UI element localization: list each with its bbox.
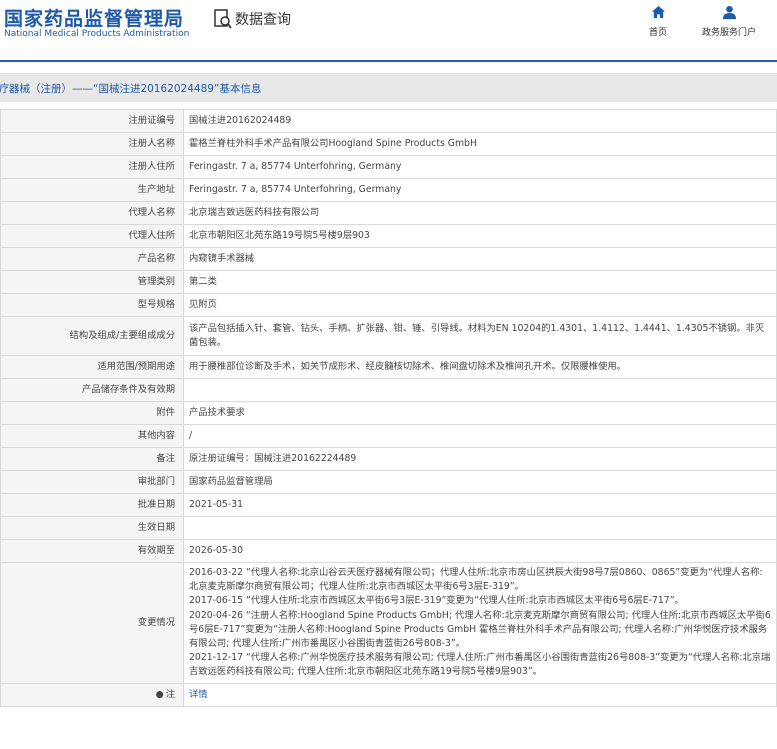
row-value: 北京市朝阳区北苑东路19号院5号楼9层903: [183, 224, 777, 248]
nav-home[interactable]: 首页: [649, 5, 667, 38]
table-row: 生效日期: [0, 516, 777, 540]
table-row: 产品名称 内窥镜手术器械: [0, 247, 777, 271]
row-value: 2026-05-30: [183, 539, 777, 563]
row-label: 生效日期: [0, 516, 184, 540]
row-label: 产品名称: [0, 247, 184, 271]
table-row: 其他内容 /: [0, 424, 777, 448]
row-value: [183, 516, 777, 540]
row-value: 国家药品监督管理局: [183, 470, 777, 494]
table-row: 生产地址 Feringastr. 7 a, 85774 Unterfohring,…: [0, 178, 777, 202]
note-value: 详情: [183, 682, 777, 707]
row-label: 其他内容: [0, 424, 184, 448]
change-history-entry: 2016-03-22 “代理人名称:北京山谷云天医疗器械有限公司；代理人住所:北…: [189, 567, 763, 593]
data-query-link[interactable]: 数据查询: [214, 9, 291, 29]
row-label: 注册人名称: [0, 132, 184, 156]
row-value: [183, 378, 777, 402]
table-row: 型号规格 见附页: [0, 293, 777, 317]
change-history-row: 变更情况 2016-03-22 “代理人名称:北京山谷云天医疗器械有限公司；代理人…: [0, 562, 777, 684]
record-title: 医疗器械（注册）——“国械注进20162024489”基本信息: [0, 83, 262, 95]
table-row: 产品储存条件及有效期: [0, 378, 777, 402]
row-label: 结构及组成/主要组成成分: [0, 316, 184, 356]
table-row: 适用范围/预期用途 用于腰椎部位诊断及手术，如关节成形术、经皮髓核切除术、椎间盘切…: [0, 355, 777, 379]
detail-table: 注册证编号 国械注进20162024489 注册人名称 霍格兰脊柱外科手术产品有限公司…: [0, 109, 777, 707]
table-row: 代理人名称 北京瑞吉致远医药科技有限公司: [0, 201, 777, 225]
table-row: 附件 产品技术要求: [0, 401, 777, 425]
nav-service-portal-label: 政务服务门户: [702, 28, 757, 38]
nav-service-portal[interactable]: 政务服务门户: [702, 5, 756, 38]
site-logo-title[interactable]: 国家药品监督管理局: [4, 4, 184, 31]
row-label: 变更情况: [0, 562, 184, 684]
row-label: 型号规格: [0, 293, 184, 317]
table-row: 注册证编号 国械注进20162024489: [0, 109, 777, 133]
change-history-entry: 2021-12-17 “代理人名称:广州华悦医疗技术服务有限公司; 代理人住所:…: [189, 652, 771, 678]
table-row: 代理人住所 北京市朝阳区北苑东路19号院5号楼9层903: [0, 224, 777, 248]
table-row: 注册人名称 霍格兰脊柱外科手术产品有限公司Hoogland Spine Produ…: [0, 132, 777, 156]
row-label: 批准日期: [0, 493, 184, 517]
row-value: 2021-05-31: [183, 493, 777, 517]
change-history-list: 2016-03-22 “代理人名称:北京山谷云天医疗器械有限公司；代理人住所:北…: [183, 562, 777, 684]
user-icon: [722, 5, 736, 20]
row-label: 管理类别: [0, 270, 184, 294]
row-label: 备注: [0, 447, 184, 471]
row-value: Feringastr. 7 a, 85774 Unterfohring, Ger…: [183, 155, 777, 179]
row-value: 见附页: [183, 293, 777, 317]
row-label: 适用范围/预期用途: [0, 355, 184, 379]
row-value: 霍格兰脊柱外科手术产品有限公司Hoogland Spine Products G…: [183, 132, 777, 156]
table-row: 批准日期 2021-05-31: [0, 493, 777, 517]
note-row: ● 注详情: [0, 682, 777, 707]
details-link[interactable]: 详情: [189, 689, 208, 700]
table-row: 备注 原注册证编号：国械注进20162224489: [0, 447, 777, 471]
row-label: 生产地址: [0, 178, 184, 202]
row-value: 产品技术要求: [183, 401, 777, 425]
row-label: 有效期至: [0, 539, 184, 563]
row-value: 该产品包括插入针、套管、钻头、手柄、扩张器、钳、锤、引导线。材料为EN 1020…: [183, 316, 777, 356]
top-header: 国家药品监督管理局 National Medical Products Admi…: [0, 0, 777, 61]
row-label: 注册证编号: [0, 109, 184, 133]
change-history-entry: 2017-06-15 “代理人住所:北京市西城区太平街6号3层E-319”变更为…: [189, 595, 684, 607]
record-title-bar: 医疗器械（注册）——“国械注进20162024489”基本信息: [0, 73, 777, 102]
note-bullet-icon: ●: [155, 688, 164, 700]
row-label: 注册人住所: [0, 155, 184, 179]
row-label: 审批部门: [0, 470, 184, 494]
note-label: 注: [165, 688, 175, 700]
header-divider: [0, 60, 777, 62]
row-value: 北京瑞吉致远医药科技有限公司: [183, 201, 777, 225]
data-query-label: 数据查询: [235, 12, 291, 28]
row-value: /: [183, 424, 777, 448]
home-icon: [651, 5, 665, 19]
row-label: ● 注: [0, 682, 184, 707]
table-row: 审批部门 国家药品监督管理局: [0, 470, 777, 494]
row-value: 第二类: [183, 270, 777, 294]
row-label: 代理人名称: [0, 201, 184, 225]
row-value: 原注册证编号：国械注进20162224489: [183, 447, 777, 471]
row-value: 用于腰椎部位诊断及手术，如关节成形术、经皮髓核切除术、椎间盘切除术及椎间孔开术。…: [183, 355, 777, 379]
row-value: Feringastr. 7 a, 85774 Unterfohring, Ger…: [183, 178, 777, 202]
site-logo-subtitle: National Medical Products Administration: [4, 29, 190, 39]
table-row: 管理类别 第二类: [0, 270, 777, 294]
change-history-entry: 2020-04-26 “注册人名称:Hoogland Spine Product…: [189, 609, 771, 650]
row-label: 产品储存条件及有效期: [0, 378, 184, 402]
document-search-icon: [214, 9, 232, 29]
row-label: 代理人住所: [0, 224, 184, 248]
table-row: 注册人住所 Feringastr. 7 a, 85774 Unterfohring…: [0, 155, 777, 179]
table-row: 有效期至 2026-05-30: [0, 539, 777, 563]
row-value: 国械注进20162024489: [183, 109, 777, 133]
row-label: 附件: [0, 401, 184, 425]
table-row: 结构及组成/主要组成成分 该产品包括插入针、套管、钻头、手柄、扩张器、钳、锤、引导…: [0, 316, 777, 356]
nav-home-label: 首页: [649, 28, 668, 38]
row-value: 内窥镜手术器械: [183, 247, 777, 271]
